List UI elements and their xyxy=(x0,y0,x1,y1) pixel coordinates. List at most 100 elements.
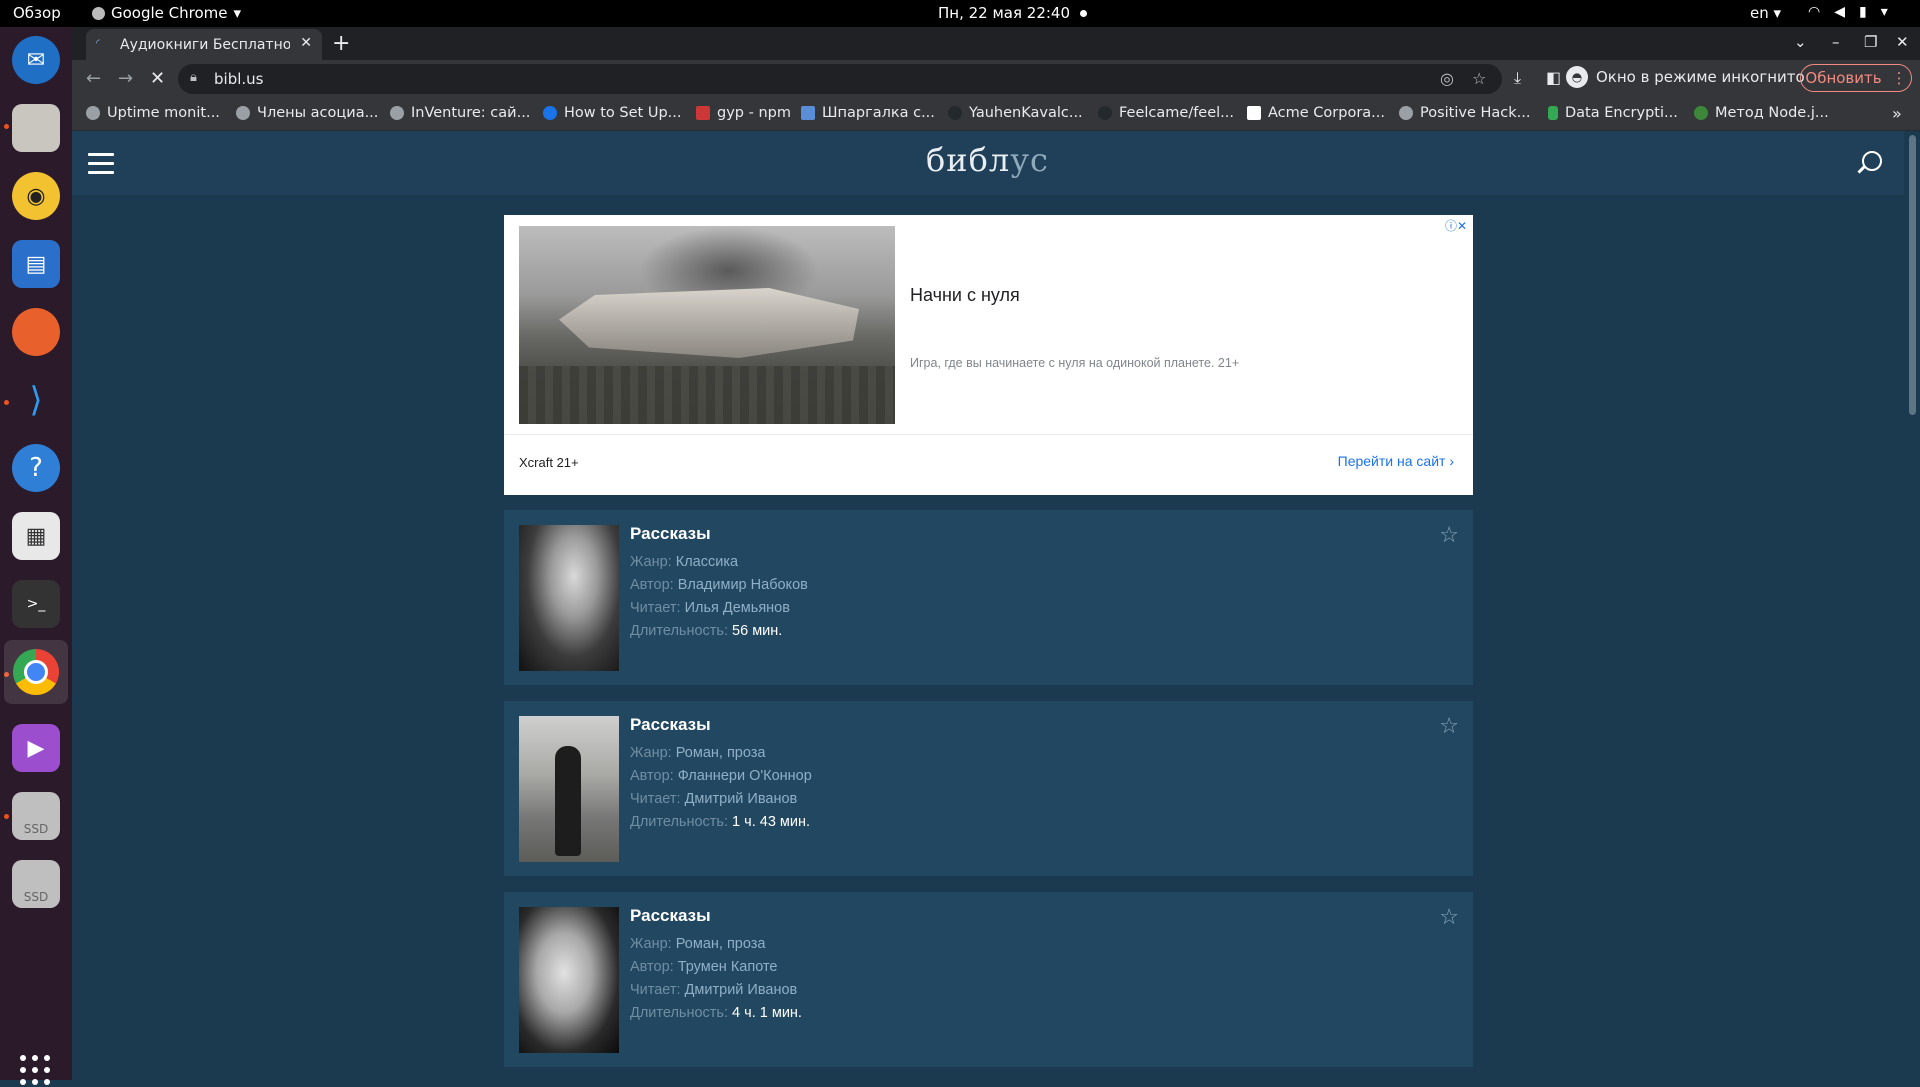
chevron-right-icon: › xyxy=(1449,453,1454,469)
media-player-icon[interactable]: ▶ xyxy=(12,724,60,772)
vscode-icon[interactable]: ⟩ xyxy=(12,376,60,424)
globe-icon xyxy=(390,106,404,120)
book-card[interactable]: Рассказы Жанр: Роман, проза Автор: Фланн… xyxy=(504,701,1473,876)
genre-value[interactable]: Роман, проза xyxy=(676,936,766,952)
back-icon[interactable]: ← xyxy=(86,68,101,89)
more-bookmarks-icon[interactable]: » xyxy=(1892,104,1902,123)
stop-loading-icon[interactable]: ✕ xyxy=(150,68,165,89)
bookmark-item[interactable]: Acme Corpora... xyxy=(1247,105,1385,121)
download-icon[interactable]: ⤓ xyxy=(1514,68,1521,88)
reader-label: Читает: xyxy=(630,600,681,616)
bookmark-item[interactable]: gyp - npm xyxy=(696,105,791,121)
book-title[interactable]: Рассказы xyxy=(630,906,711,926)
chevron-down-icon: ▾ xyxy=(1880,4,1888,20)
lock-icon[interactable]: 🔒︎ xyxy=(190,70,197,85)
search-icon[interactable] xyxy=(1862,151,1882,171)
author-value[interactable]: Трумен Капоте xyxy=(678,959,778,975)
bookmark-item[interactable]: Feelcame/feel... xyxy=(1098,105,1234,121)
ad-headline[interactable]: Начни с нуля xyxy=(910,285,1020,306)
ad-info-close-icon[interactable]: ⓘ✕ xyxy=(1445,217,1467,234)
reader-value[interactable]: Дмитрий Иванов xyxy=(685,791,798,807)
help-icon[interactable]: ? xyxy=(12,444,60,492)
firefox-icon[interactable] xyxy=(12,308,60,356)
writer-icon[interactable]: ▤ xyxy=(12,240,60,288)
activities-button[interactable]: Обзор xyxy=(13,4,61,22)
close-window-icon[interactable]: ✕ xyxy=(1896,33,1909,51)
scrollbar-thumb[interactable] xyxy=(1909,135,1916,415)
tab-active[interactable]: ◜ Аудиокниги Бесплатно с ✕ xyxy=(86,29,322,60)
bookmark-item[interactable]: Члены асоциа... xyxy=(236,105,378,121)
bookmark-item[interactable]: How to Set Up... xyxy=(543,105,681,121)
tab-search-icon[interactable]: ⌄ xyxy=(1794,33,1807,51)
ssd-drive-icon[interactable]: SSD xyxy=(12,860,60,908)
page-scrollbar[interactable] xyxy=(1904,131,1920,1080)
show-applications-icon[interactable] xyxy=(20,1055,52,1087)
duration-label: Длительность: xyxy=(630,623,729,639)
author-value[interactable]: Владимир Набоков xyxy=(678,577,808,593)
book-title[interactable]: Рассказы xyxy=(630,715,711,735)
document-viewer-icon[interactable]: ▦ xyxy=(12,512,60,560)
genre-value[interactable]: Классика xyxy=(676,554,738,570)
favorite-star-icon[interactable]: ☆ xyxy=(1439,714,1459,739)
book-title[interactable]: Рассказы xyxy=(630,524,711,544)
restore-icon[interactable]: ❐ xyxy=(1864,33,1877,51)
hamburger-menu-icon[interactable] xyxy=(88,153,114,174)
bookmark-star-icon[interactable]: ☆ xyxy=(1472,69,1486,88)
address-bar[interactable]: 🔒︎ bibl.us ◎ ☆ xyxy=(178,64,1502,94)
ad-image[interactable] xyxy=(519,226,895,424)
npm-icon xyxy=(696,106,710,120)
bookmark-label: YauhenKavalc... xyxy=(969,105,1083,121)
new-tab-icon[interactable]: + xyxy=(332,31,350,56)
files-icon[interactable] xyxy=(12,104,60,152)
reader-label: Читает: xyxy=(630,791,681,807)
bookmark-item[interactable]: YauhenKavalc... xyxy=(948,105,1083,121)
book-genre: Жанр: Классика xyxy=(630,554,738,570)
bookmark-item[interactable]: Метод Node.j... xyxy=(1694,105,1829,121)
ssd-drive-icon[interactable]: SSD xyxy=(12,792,60,840)
bookmark-label: Acme Corpora... xyxy=(1268,105,1385,121)
site-logo[interactable]: библус xyxy=(926,141,1049,179)
update-button[interactable]: Обновить ⋮ xyxy=(1800,64,1912,92)
ad-cta-link[interactable]: Перейти на сайт › xyxy=(1338,453,1454,469)
input-language-indicator[interactable]: en ▾ xyxy=(1750,4,1781,22)
volume-icon: ◀ xyxy=(1834,4,1845,20)
forward-icon[interactable]: → xyxy=(118,68,133,89)
close-icon[interactable]: ✕ xyxy=(300,35,312,51)
bookmark-item[interactable]: Uptime monit... xyxy=(86,105,220,121)
bookmark-item[interactable]: Шпаргалка с... xyxy=(801,105,935,121)
bookmark-item[interactable]: Positive Hack... xyxy=(1399,105,1531,121)
book-card[interactable]: Рассказы Жанр: Классика Автор: Владимир … xyxy=(504,510,1473,685)
author-value[interactable]: Фланнери О'Коннор xyxy=(678,768,812,784)
book-card[interactable]: Рассказы Жанр: Роман, проза Автор: Труме… xyxy=(504,892,1473,1067)
rhythmbox-icon[interactable]: ◉ xyxy=(12,172,60,220)
book-cover[interactable] xyxy=(519,525,619,671)
side-panel-icon[interactable]: ◧ xyxy=(1546,68,1561,87)
genre-value[interactable]: Роман, проза xyxy=(676,745,766,761)
clock[interactable]: Пн, 22 мая 22:40 xyxy=(938,4,1088,22)
minimize-icon[interactable]: – xyxy=(1832,33,1840,51)
book-cover[interactable] xyxy=(519,716,619,862)
ad-description: Игра, где вы начинаете с нуля на одиноко… xyxy=(910,356,1240,370)
book-cover[interactable] xyxy=(519,907,619,1053)
bookmark-label: Uptime monit... xyxy=(107,105,220,121)
running-indicator xyxy=(4,814,9,819)
globe-icon xyxy=(1399,106,1413,120)
bookmark-item[interactable]: Data Encrypti... xyxy=(1548,105,1678,121)
favorite-star-icon[interactable]: ☆ xyxy=(1439,905,1459,930)
system-menu[interactable]: ◠ ◀ ▮ ▾ xyxy=(1808,4,1888,20)
thunderbird-icon[interactable]: ✉ xyxy=(12,36,60,84)
book-author: Автор: Трумен Капоте xyxy=(630,959,778,975)
chrome-icon[interactable] xyxy=(4,640,68,704)
advertisement[interactable]: ⓘ✕ Начни с нуля Игра, где вы начинаете с… xyxy=(504,215,1473,495)
favorite-star-icon[interactable]: ☆ xyxy=(1439,523,1459,548)
incognito-indicator[interactable]: ◓ Окно в режиме инкогнито xyxy=(1566,66,1805,88)
reader-value[interactable]: Илья Демьянов xyxy=(685,600,790,616)
bookmark-item[interactable]: InVenture: сай... xyxy=(390,105,530,121)
app-menu[interactable]: Google Chrome ▾ xyxy=(92,4,241,22)
tracking-blocked-icon[interactable]: ◎ xyxy=(1440,69,1454,88)
book-duration: Длительность: 56 мин. xyxy=(630,623,782,639)
ad-cta-label: Перейти на сайт xyxy=(1337,453,1446,469)
book-genre: Жанр: Роман, проза xyxy=(630,936,765,952)
reader-value[interactable]: Дмитрий Иванов xyxy=(685,982,798,998)
terminal-icon[interactable]: >_ xyxy=(12,580,60,628)
